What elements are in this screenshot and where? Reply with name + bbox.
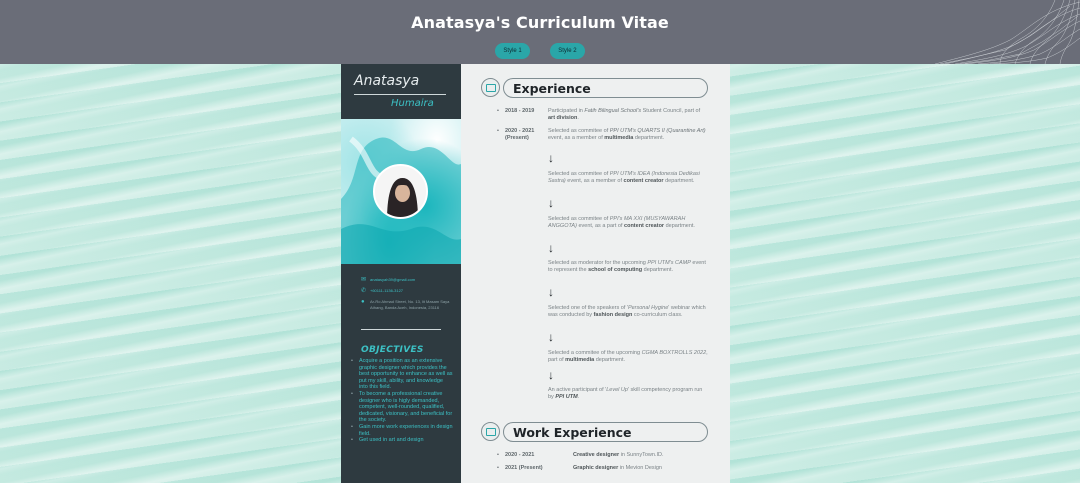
phone-icon: ✆ (361, 288, 367, 294)
style-2-button[interactable]: Style 2 (550, 43, 585, 59)
contact-phone: +60111-1136-3127 (370, 288, 404, 293)
main-content: Experience • 2018 - 2019 Participated in… (461, 64, 730, 483)
contact-address: Ar-Ro Ahmad Street, No. 13, lit Masam Sa… (370, 299, 450, 310)
experience-desc: Participated in Fatih Bilingual School's… (548, 108, 701, 121)
contact-email-row: ✉ anatasyah39@gmail.com (361, 277, 461, 284)
objectives-list: Acquire a position as an extensive graph… (351, 358, 453, 444)
work-experience-title: Work Experience (503, 422, 708, 442)
sidebar: Anatasya Humaira ✉ anatasyah39@gmail.com… (341, 64, 461, 483)
work-date: 2021 (Present) (505, 465, 543, 471)
bullet: • (497, 465, 499, 471)
objective-item: To become a professional creative design… (351, 391, 453, 424)
contact-address-row: ● Ar-Ro Ahmad Street, No. 13, lit Masam … (361, 299, 461, 310)
objectives-heading: OBJECTIVES (361, 345, 424, 355)
objective-item: Gain more work experiences in design fie… (351, 424, 453, 437)
experience-desc: Selected as commitee of PPI UTM's QUARTS… (548, 128, 706, 141)
experience-step: Selected as commitee of PPI's MA XXI (MU… (548, 216, 695, 229)
style-1-button[interactable]: Style 1 (495, 43, 530, 59)
down-arrow-icon: ↓ (548, 241, 554, 255)
down-arrow-icon: ↓ (548, 368, 554, 382)
first-name: Anatasya (354, 73, 420, 89)
experience-date: 2020 - 2021 (Present) (505, 128, 535, 141)
down-arrow-icon: ↓ (548, 285, 554, 299)
briefcase-icon (481, 78, 500, 97)
experience-header: Experience (481, 76, 709, 98)
header-bar: Anatasya's Curriculum Vitae Style 1 Styl… (0, 0, 1080, 64)
down-arrow-icon: ↓ (548, 330, 554, 344)
work-desc: Graphic designer in Mevion Design (573, 465, 662, 471)
contact-phone-row: ✆ +60111-1136-3127 (361, 288, 461, 295)
avatar (373, 164, 428, 219)
last-name: Humaira (391, 98, 434, 109)
style-switcher: Style 1 Style 2 (0, 39, 1080, 59)
contact-divider (361, 329, 441, 330)
experience-step: Selected as commitee of PPI UTM's IDEA (… (548, 171, 700, 184)
briefcase-icon (481, 422, 500, 441)
experience-step: An active participant of 'Level Up' skil… (548, 387, 703, 400)
down-arrow-icon: ↓ (548, 151, 554, 165)
objective-item: Acquire a position as an extensive graph… (351, 358, 453, 391)
profile-photo-background (341, 119, 461, 264)
objective-item: Get used in art and design (351, 437, 453, 444)
name-divider (354, 94, 446, 95)
work-date: 2020 - 2021 (505, 452, 535, 458)
location-pin-icon: ● (361, 299, 365, 305)
experience-title: Experience (503, 78, 708, 98)
experience-date: 2018 - 2019 (505, 108, 535, 114)
contact-info: ✉ anatasyah39@gmail.com ✆ +60111-1136-31… (341, 277, 461, 314)
contact-email[interactable]: anatasyah39@gmail.com (370, 277, 450, 283)
work-experience-header: Work Experience (481, 420, 709, 442)
experience-step: Selected as moderator for the upcoming P… (548, 260, 706, 273)
page-title: Anatasya's Curriculum Vitae (411, 13, 669, 32)
work-desc: Creative designer in SunnyTown.ID. (573, 452, 664, 458)
wireframe-mesh-decoration (934, 0, 1080, 64)
email-icon: ✉ (361, 277, 367, 283)
bullet: • (497, 128, 499, 134)
experience-step: Selected a commitee of the upcoming CGMA… (548, 350, 708, 363)
bullet: • (497, 452, 499, 458)
bullet: • (497, 108, 499, 114)
experience-step: Selected one of the speakers of 'Persona… (548, 305, 706, 318)
down-arrow-icon: ↓ (548, 196, 554, 210)
